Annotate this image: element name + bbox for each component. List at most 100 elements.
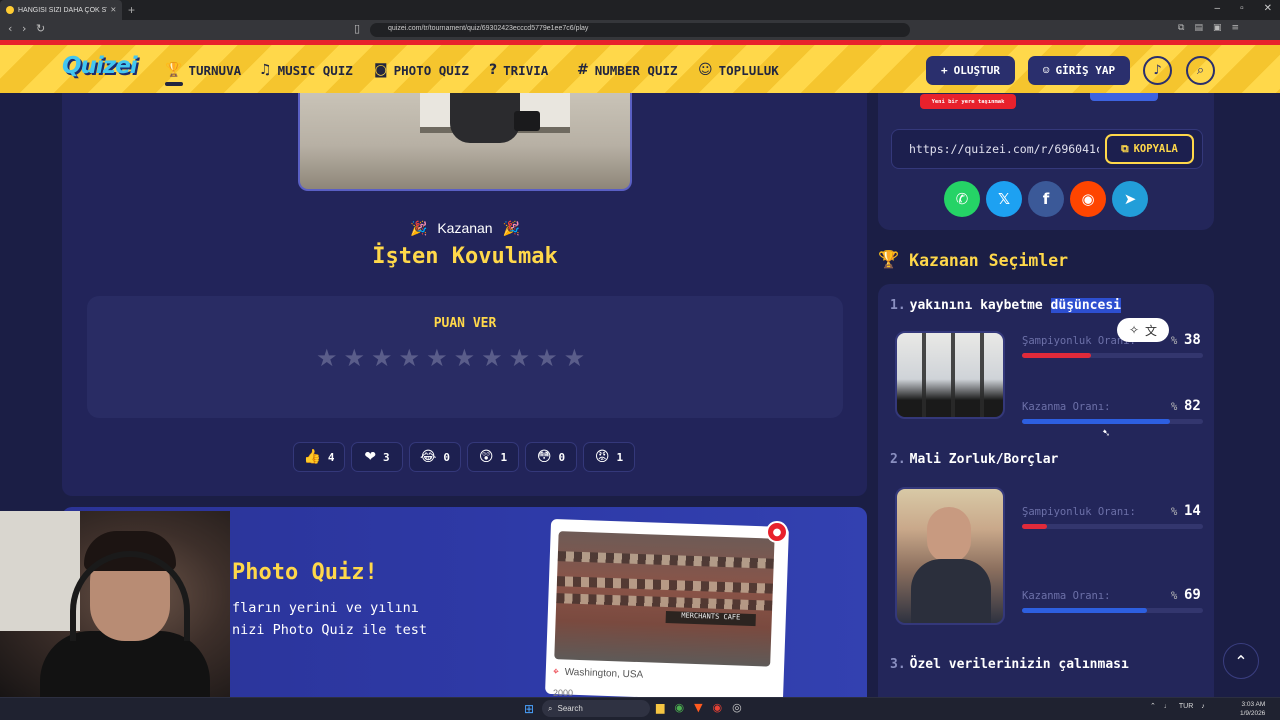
nav-item-trivia[interactable]: ? TRIVIA bbox=[489, 62, 548, 78]
close-tab-icon[interactable]: ✕ bbox=[111, 5, 116, 15]
brave-icon[interactable]: ▼ bbox=[694, 701, 702, 714]
star-icon[interactable]: ★ bbox=[316, 344, 338, 372]
close-window-icon[interactable]: ✕ bbox=[1264, 3, 1272, 14]
choice-title-text: Özel verilerinizin çalınması bbox=[909, 657, 1129, 672]
reaction-button[interactable]: 😲 1 bbox=[467, 442, 519, 472]
winner-label: 🎉 Kazanan 🎉 bbox=[410, 220, 520, 237]
reaction-button[interactable]: ❤ 3 bbox=[351, 442, 403, 472]
nav-item-music-quiz[interactable]: ♫ MUSIC QUIZ bbox=[259, 62, 353, 78]
sidebar-icon[interactable]: ▤ bbox=[1194, 23, 1203, 33]
url-field[interactable]: quizei.com/tr/tournament/quiz/69302423ec… bbox=[370, 23, 910, 37]
star-icon[interactable]: ★ bbox=[399, 344, 421, 372]
star-rating[interactable]: ★ ★ ★ ★ ★ ★ ★ ★ ★ ★ bbox=[316, 344, 585, 372]
scroll-to-top-button[interactable]: ⌃ bbox=[1223, 643, 1259, 679]
win-rate-label: Kazanma Oranı: bbox=[1022, 401, 1111, 413]
notifications-button[interactable]: ♪ bbox=[1143, 56, 1172, 85]
taskbar-search[interactable]: ⌕ Search bbox=[542, 700, 650, 717]
percent-sign: % bbox=[1171, 590, 1178, 602]
facebook-share-button[interactable]: f bbox=[1028, 181, 1064, 217]
copy-label: KOPYALA bbox=[1133, 143, 1178, 155]
whatsapp-icon: ✆ bbox=[955, 190, 969, 208]
choice-title[interactable]: 1. yakınını kaybetme düşüncesi bbox=[890, 298, 1121, 313]
taskbar-clock[interactable]: 3:03 AM 1/9/2026 bbox=[1240, 700, 1265, 718]
reddit-share-button[interactable]: ◉ bbox=[1070, 181, 1106, 217]
reaction-button[interactable]: 👍 4 bbox=[293, 442, 345, 472]
bookmark-icon[interactable]: ▯ bbox=[354, 22, 360, 35]
nav-item-turnuva[interactable]: 🏆 TURNUVA bbox=[165, 62, 241, 78]
translate-icon[interactable]: 文 bbox=[1145, 322, 1157, 339]
reload-icon[interactable]: ↻ bbox=[36, 22, 45, 35]
reaction-button[interactable]: 😡 1 bbox=[583, 442, 635, 472]
microphone-icon[interactable]: ♩ bbox=[1164, 703, 1171, 710]
facebook-icon: f bbox=[1042, 190, 1050, 208]
nav-item-topluluk[interactable]: ☺ TOPLULUK bbox=[698, 62, 779, 78]
site-logo[interactable]: Quizei bbox=[62, 53, 138, 79]
nav-item-number-quiz[interactable]: # NUMBER QUIZ bbox=[577, 62, 678, 78]
whatsapp-share-button[interactable]: ✆ bbox=[944, 181, 980, 217]
login-label: GİRİŞ YAP bbox=[1055, 64, 1116, 77]
reaction-count: 3 bbox=[383, 450, 390, 464]
wallet-icon[interactable]: ▣ bbox=[1213, 23, 1222, 33]
new-tab-button[interactable]: + bbox=[128, 3, 135, 17]
star-icon[interactable]: ★ bbox=[344, 344, 366, 372]
photo-quiz-description: fların yerini ve yılını bbox=[232, 600, 419, 616]
x-share-button[interactable]: 𝕏 bbox=[986, 181, 1022, 217]
star-icon[interactable]: ★ bbox=[371, 344, 393, 372]
reaction-button[interactable]: 😂 0 bbox=[409, 442, 461, 472]
login-button[interactable]: ☺ GİRİŞ YAP bbox=[1028, 56, 1130, 85]
browser-tab[interactable]: HANGİSİ SİZİ DAHA ÇOK STRESE ✕ bbox=[0, 0, 122, 20]
win-rate-value: 82 bbox=[1184, 398, 1201, 414]
minimize-icon[interactable]: – bbox=[1215, 3, 1221, 14]
maximize-icon[interactable]: ▫ bbox=[1240, 3, 1244, 14]
reddit-icon: ◉ bbox=[1081, 190, 1095, 208]
file-explorer-icon[interactable]: ▆ bbox=[656, 701, 664, 714]
choice-number: 1. bbox=[890, 298, 906, 313]
extension-icon[interactable]: ⧉ bbox=[1178, 23, 1184, 33]
window-controls: – ▫ ✕ bbox=[1215, 3, 1273, 14]
speaker-icon[interactable]: ♪ bbox=[1201, 703, 1205, 710]
search-button[interactable]: ⌕ bbox=[1186, 56, 1215, 85]
choice-title[interactable]: 2. Mali Zorluk/Borçlar bbox=[890, 452, 1058, 467]
language-indicator[interactable]: TUR bbox=[1179, 703, 1193, 710]
winner-choices-heading: 🏆 Kazanan Seçimler bbox=[878, 250, 1068, 270]
chevron-up-icon[interactable]: ⌃ bbox=[1150, 702, 1156, 710]
browser-tab-bar bbox=[0, 0, 1280, 20]
wand-icon[interactable]: ✧ bbox=[1129, 323, 1139, 337]
back-icon[interactable]: ‹ bbox=[8, 22, 12, 35]
hash-icon: # bbox=[577, 62, 589, 78]
chat-question-icon: ? bbox=[489, 62, 498, 78]
star-icon[interactable]: ★ bbox=[481, 344, 503, 372]
star-icon[interactable]: ★ bbox=[509, 344, 531, 372]
party-icon: 🎉 bbox=[410, 221, 428, 237]
choice-title[interactable]: 3. Özel verilerinizin çalınması bbox=[890, 657, 1129, 672]
choice-title-highlight: düşüncesi bbox=[1050, 298, 1121, 313]
percent-sign: % bbox=[1171, 506, 1178, 518]
menu-icon[interactable]: ≡ bbox=[1231, 23, 1239, 33]
championship-rate-value: 38 bbox=[1184, 332, 1201, 348]
windows-start-icon[interactable]: ⊞ bbox=[524, 702, 534, 716]
app-icon[interactable]: ◎ bbox=[732, 701, 742, 714]
taskbar-apps: ▆ ◉ ▼ ◉ ◎ bbox=[656, 701, 742, 714]
nav-label: TURNUVA bbox=[188, 62, 242, 78]
star-icon[interactable]: ★ bbox=[454, 344, 476, 372]
chrome-icon[interactable]: ◉ bbox=[713, 701, 723, 714]
plus-icon: + bbox=[941, 64, 948, 77]
forward-icon[interactable]: › bbox=[22, 22, 26, 35]
championship-rate-fill bbox=[1022, 353, 1091, 358]
reaction-emoji-icon: 😳 bbox=[536, 449, 552, 465]
copy-button[interactable]: ⧉ KOPYALA bbox=[1105, 134, 1194, 164]
star-icon[interactable]: ★ bbox=[536, 344, 558, 372]
star-icon[interactable]: ★ bbox=[426, 344, 448, 372]
championship-rate-fill bbox=[1022, 524, 1048, 529]
translate-popup[interactable]: ✧ 文 bbox=[1117, 318, 1169, 342]
star-icon[interactable]: ★ bbox=[564, 344, 586, 372]
create-button[interactable]: + OLUŞTUR bbox=[926, 56, 1015, 85]
reaction-button[interactable]: 😳 0 bbox=[525, 442, 577, 472]
trophy-icon: 🏆 bbox=[165, 62, 183, 78]
winner-choices-title: Kazanan Seçimler bbox=[909, 250, 1069, 270]
chrome-icon[interactable]: ◉ bbox=[674, 701, 684, 714]
nav-item-photo-quiz[interactable]: ◙ PHOTO QUIZ bbox=[374, 62, 469, 78]
progress-tab bbox=[1090, 93, 1158, 101]
map-pin-icon: ⌖ bbox=[552, 666, 559, 678]
telegram-share-button[interactable]: ➤ bbox=[1112, 181, 1148, 217]
